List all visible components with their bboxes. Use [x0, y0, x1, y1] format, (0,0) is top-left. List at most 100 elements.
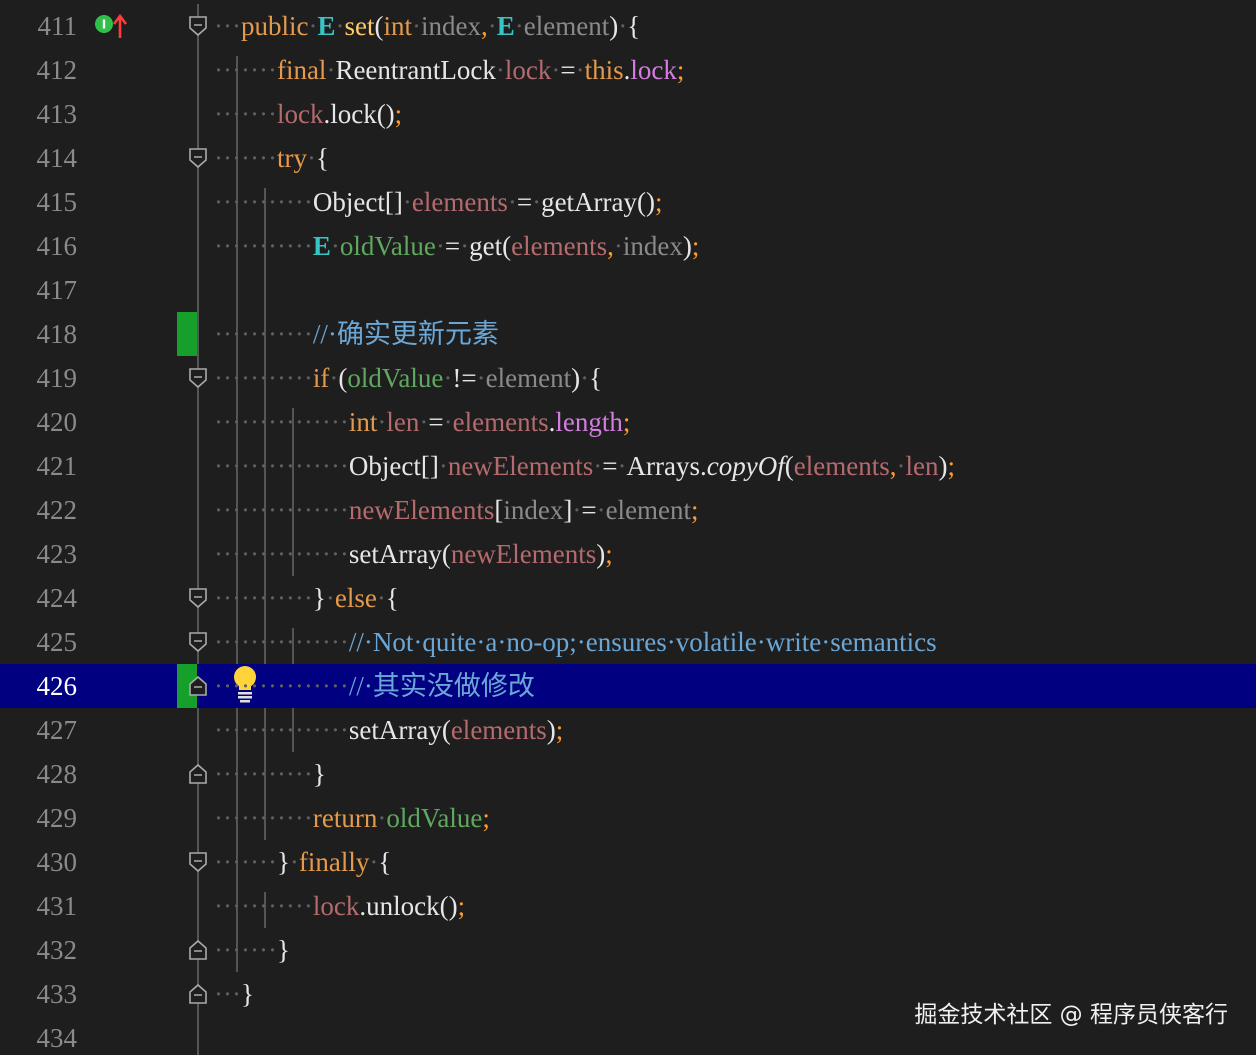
line-number[interactable]: 426: [0, 664, 78, 708]
code-token: ;: [394, 99, 403, 129]
line-number[interactable]: 427: [0, 708, 78, 752]
line-number[interactable]: 412: [0, 48, 78, 92]
line-number[interactable]: 432: [0, 928, 78, 972]
code-text[interactable]: ···}: [214, 972, 254, 1016]
fold-close-icon[interactable]: [187, 763, 209, 785]
code-line[interactable]: 431 ···········lock.unlock();: [0, 884, 1256, 928]
whitespace-dots: ·: [438, 451, 448, 481]
line-number[interactable]: 418: [0, 312, 78, 356]
code-token: elements: [411, 187, 508, 217]
whitespace-dots: ·: [306, 143, 316, 173]
line-number[interactable]: 434: [0, 1016, 78, 1055]
fold-open-icon[interactable]: [187, 851, 209, 873]
line-number[interactable]: 417: [0, 268, 78, 312]
code-text[interactable]: ···········}·else·{: [214, 576, 399, 620]
line-number[interactable]: 424: [0, 576, 78, 620]
code-line[interactable]: 416 ···········E·oldValue·=·get(elements,…: [0, 224, 1256, 268]
whitespace-dots: ···········: [214, 891, 313, 921]
code-line[interactable]: 426 ···············//·其实没做修改: [0, 664, 1256, 708]
code-line[interactable]: 413 ·······lock.lock();: [0, 92, 1256, 136]
code-line[interactable]: 421 ···············Object[]·newElements·=…: [0, 444, 1256, 488]
code-line[interactable]: 418 ···········//·确实更新元素: [0, 312, 1256, 356]
line-number[interactable]: 422: [0, 488, 78, 532]
whitespace-dots: ·: [532, 187, 542, 217]
code-text[interactable]: ···········Object[]·elements·=·getArray(…: [214, 180, 663, 224]
line-number[interactable]: 411: [0, 4, 78, 48]
code-text[interactable]: ···············setArray(elements);: [214, 708, 563, 752]
code-text[interactable]: ···············Object[]·newElements·=·Ar…: [214, 444, 955, 488]
code-token: if: [312, 363, 330, 393]
line-number[interactable]: 430: [0, 840, 78, 884]
line-number[interactable]: 431: [0, 884, 78, 928]
code-token: (: [784, 451, 794, 481]
code-text[interactable]: ···············setArray(newElements);: [214, 532, 613, 576]
fold-close-icon[interactable]: [187, 675, 209, 697]
code-line[interactable]: 432 ·······}: [0, 928, 1256, 972]
code-text[interactable]: ···············int·len·=·elements.length…: [214, 400, 630, 444]
fold-open-icon[interactable]: [187, 631, 209, 653]
code-line[interactable]: 422 ···············newElements[index]·=·e…: [0, 488, 1256, 532]
code-token: ;: [457, 891, 466, 921]
code-line[interactable]: 430 ·······}·finally·{: [0, 840, 1256, 884]
line-number[interactable]: 420: [0, 400, 78, 444]
code-text[interactable]: ·······try·{: [214, 136, 329, 180]
whitespace-dots: ·······: [214, 143, 277, 173]
code-token: length: [555, 407, 623, 437]
code-line[interactable]: 427 ···············setArray(elements);: [0, 708, 1256, 752]
code-text[interactable]: ···········if·(oldValue·!=·element)·{: [214, 356, 602, 400]
line-number[interactable]: 415: [0, 180, 78, 224]
code-line[interactable]: 411 I ···public·E·set(int·index,·E·element…: [0, 4, 1256, 48]
line-number[interactable]: 428: [0, 752, 78, 796]
code-token: ,: [607, 231, 614, 261]
code-line[interactable]: 428 ···········}: [0, 752, 1256, 796]
line-number[interactable]: 429: [0, 796, 78, 840]
fold-open-icon[interactable]: [187, 587, 209, 609]
line-number[interactable]: 423: [0, 532, 78, 576]
code-editor[interactable]: 411 I ···public·E·set(int·index,·E·element…: [0, 4, 1256, 1055]
implements-method-icon[interactable]: I: [94, 12, 128, 40]
line-number[interactable]: 414: [0, 136, 78, 180]
code-text[interactable]: ···············//·Not·quite·a·no-op;·ens…: [214, 620, 937, 664]
line-number[interactable]: 416: [0, 224, 78, 268]
line-number[interactable]: 413: [0, 92, 78, 136]
code-text[interactable]: ···········}: [214, 752, 326, 796]
code-line[interactable]: 417: [0, 268, 1256, 312]
code-line[interactable]: 420 ···············int·len·=·elements.len…: [0, 400, 1256, 444]
code-token: ;: [555, 715, 564, 745]
whitespace-dots: ·: [613, 231, 623, 261]
fold-close-icon[interactable]: [187, 939, 209, 961]
code-text[interactable]: ···············newElements[index]·=·elem…: [214, 488, 699, 532]
code-text[interactable]: ···············//·其实没做修改: [214, 664, 535, 708]
code-token: ;: [655, 187, 663, 217]
fold-close-icon[interactable]: [187, 983, 209, 1005]
code-line[interactable]: 425 ···············//·Not·quite·a·no-op;·…: [0, 620, 1256, 664]
code-line[interactable]: 419 ···········if·(oldValue·!=·element)·{: [0, 356, 1256, 400]
code-text[interactable]: ·······}: [214, 928, 290, 972]
code-line[interactable]: 415 ···········Object[]·elements·=·getArr…: [0, 180, 1256, 224]
line-number[interactable]: 419: [0, 356, 78, 400]
code-line[interactable]: 429 ···········return·oldValue;: [0, 796, 1256, 840]
code-token: lock: [504, 55, 552, 85]
line-number[interactable]: 425: [0, 620, 78, 664]
line-number[interactable]: 433: [0, 972, 78, 1016]
fold-open-icon[interactable]: [187, 367, 209, 389]
code-line[interactable]: 412 ·······final·ReentrantLock·lock·=·thi…: [0, 48, 1256, 92]
code-text[interactable]: ···public·E·set(int·index,·E·element)·{: [214, 4, 640, 48]
code-text[interactable]: ·······}·finally·{: [214, 840, 391, 884]
fold-open-icon[interactable]: [187, 15, 209, 37]
code-text[interactable]: ···········return·oldValue;: [214, 796, 490, 840]
line-number[interactable]: 421: [0, 444, 78, 488]
code-line[interactable]: 424 ···········}·else·{: [0, 576, 1256, 620]
code-text[interactable]: ···········//·确实更新元素: [214, 312, 499, 356]
code-text[interactable]: ···········lock.unlock();: [214, 884, 465, 928]
code-token: getArray(): [541, 187, 655, 217]
code-line[interactable]: 414 ·······try·{: [0, 136, 1256, 180]
fold-open-icon[interactable]: [187, 147, 209, 169]
code-text[interactable]: ·······final·ReentrantLock·lock·=·this.l…: [214, 48, 684, 92]
code-line[interactable]: 423 ···············setArray(newElements);: [0, 532, 1256, 576]
whitespace-dots: ···············: [214, 451, 349, 481]
code-token: {: [627, 11, 641, 41]
vcs-change-marker[interactable]: [177, 312, 197, 356]
code-text[interactable]: ·······lock.lock();: [214, 92, 402, 136]
code-text[interactable]: ···········E·oldValue·=·get(elements,·in…: [214, 224, 699, 268]
